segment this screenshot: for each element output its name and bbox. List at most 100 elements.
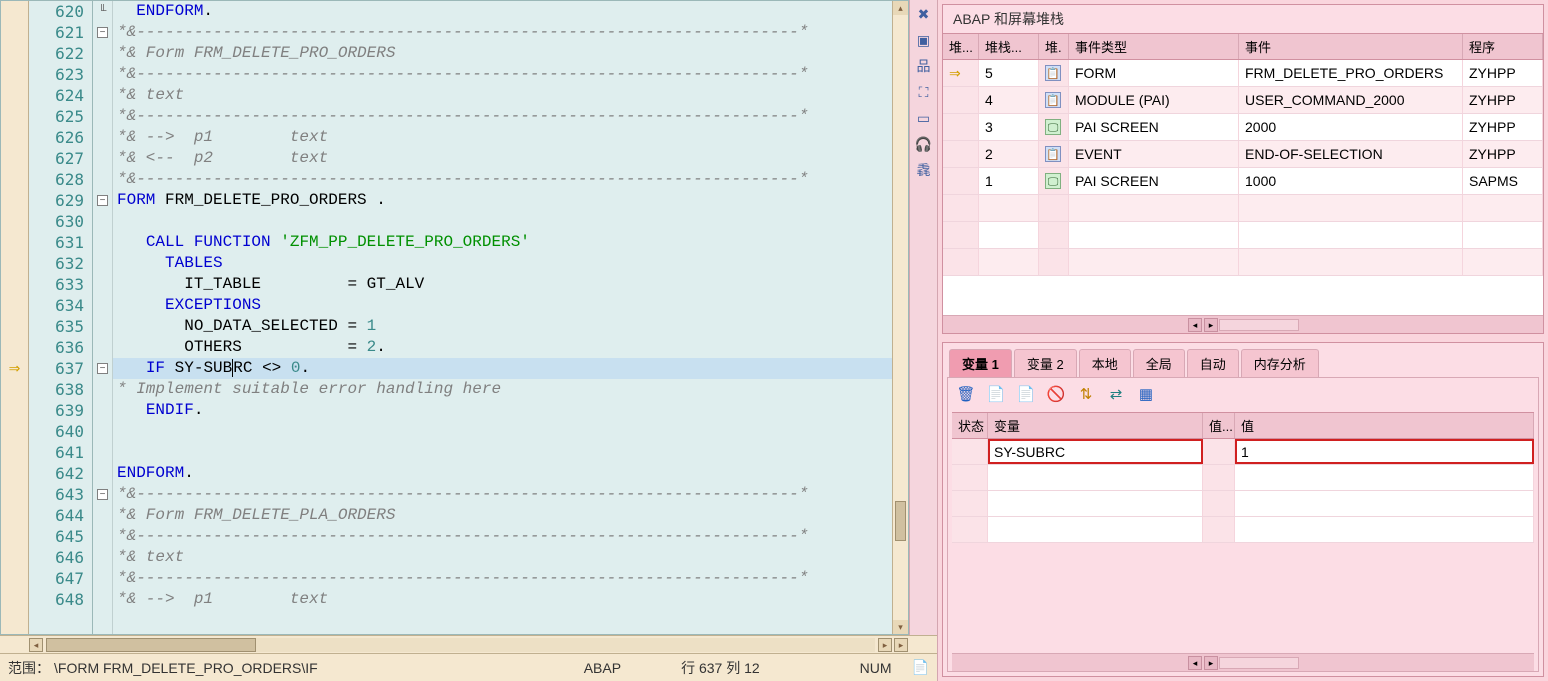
vars-col-name[interactable]: 变量 <box>988 413 1203 438</box>
stack-row[interactable]: 1🖵PAI SCREEN1000SAPMS <box>943 168 1543 195</box>
var-name-cell[interactable] <box>988 491 1203 516</box>
code-line[interactable]: *&--------------------------------------… <box>113 484 892 505</box>
stack-col-index[interactable]: 堆... <box>943 34 979 59</box>
code-line[interactable]: OTHERS = 2. <box>113 337 892 358</box>
var-value-cell[interactable] <box>1235 465 1534 490</box>
code-line[interactable]: NO_DATA_SELECTED = 1 <box>113 316 892 337</box>
scroll-thumb[interactable] <box>895 501 906 541</box>
vars-col-valicon[interactable]: 值... <box>1203 413 1235 438</box>
vars-hscroll[interactable]: ◂ ▸ <box>952 653 1534 671</box>
stack-row[interactable]: 4📋MODULE (PAI)USER_COMMAND_2000ZYHPP <box>943 87 1543 114</box>
code-line[interactable]: * Implement suitable error handling here <box>113 379 892 400</box>
vars-scroll-left[interactable]: ◂ <box>1188 656 1202 670</box>
code-line[interactable]: ENDFORM. <box>113 1 892 22</box>
tab-自动[interactable]: 自动 <box>1187 349 1239 377</box>
add-var-icon[interactable]: 📄 <box>986 384 1006 404</box>
stack-scroll-left[interactable]: ◂ <box>1188 318 1202 332</box>
variable-row[interactable] <box>952 465 1534 491</box>
var-value-cell[interactable] <box>1235 491 1534 516</box>
code-line[interactable]: *&--------------------------------------… <box>113 64 892 85</box>
code-line[interactable]: *&--------------------------------------… <box>113 106 892 127</box>
code-line[interactable]: *& --> p1 text <box>113 589 892 610</box>
vertical-scrollbar[interactable]: ▴ ▾ <box>892 1 908 634</box>
scroll-up-button[interactable]: ▴ <box>893 1 908 15</box>
code-line[interactable]: *& text <box>113 85 892 106</box>
code-line[interactable] <box>113 442 892 463</box>
delete-icon[interactable]: 🗑 <box>956 384 976 404</box>
new-window-icon[interactable]: ▣ <box>914 30 934 50</box>
code-line[interactable]: *& text <box>113 547 892 568</box>
vars-col-value[interactable]: 值 <box>1235 413 1534 438</box>
code-text[interactable]: ENDFORM.*&------------------------------… <box>113 1 892 634</box>
code-line[interactable] <box>113 421 892 442</box>
tab-变量 1[interactable]: 变量 1 <box>949 349 1012 377</box>
vars-scroll-track[interactable] <box>1219 657 1299 669</box>
variable-row[interactable] <box>952 491 1534 517</box>
tab-内存分析[interactable]: 内存分析 <box>1241 349 1319 377</box>
stack-row[interactable]: 2📋EVENTEND-OF-SELECTIONZYHPP <box>943 141 1543 168</box>
var-name-cell[interactable] <box>988 465 1203 490</box>
code-line[interactable]: EXCEPTIONS <box>113 295 892 316</box>
stack-scroll-right[interactable]: ▸ <box>1204 318 1218 332</box>
vars-col-status[interactable]: 状态 <box>952 413 988 438</box>
fullscreen-icon[interactable]: ⛶ <box>914 82 934 102</box>
code-line[interactable]: *&--------------------------------------… <box>113 169 892 190</box>
code-line[interactable]: *& Form FRM_DELETE_PRO_ORDERS <box>113 43 892 64</box>
hscroll-left-button[interactable]: ◂ <box>29 638 43 652</box>
scroll-down-button[interactable]: ▾ <box>893 620 908 634</box>
code-line[interactable]: IT_TABLE = GT_ALV <box>113 274 892 295</box>
fold-gutter[interactable]: ╙−−−− <box>93 1 113 634</box>
stack-col-icon[interactable]: 堆. <box>1039 34 1069 59</box>
stack-hscroll[interactable]: ◂ ▸ <box>943 315 1543 333</box>
stack-col-program[interactable]: 程序 <box>1463 34 1543 59</box>
variable-row[interactable] <box>952 517 1534 543</box>
tab-全局[interactable]: 全局 <box>1133 349 1185 377</box>
code-line[interactable]: TABLES <box>113 253 892 274</box>
hscroll-thumb[interactable] <box>46 638 256 652</box>
stack-row[interactable]: 3🖵PAI SCREEN2000ZYHPP <box>943 114 1543 141</box>
var-value-cell[interactable] <box>1235 517 1534 542</box>
code-line[interactable]: IF SY-SUBRC <> 0. <box>113 358 892 379</box>
code-line[interactable]: *&--------------------------------------… <box>113 22 892 43</box>
remove-var-icon[interactable]: 🚫 <box>1046 384 1066 404</box>
hscroll-right2-button[interactable]: ▸ <box>894 638 908 652</box>
stack-scroll-track[interactable] <box>1219 319 1299 331</box>
stack-row[interactable]: ⇒5📋FORMFRM_DELETE_PRO_ORDERSZYHPP <box>943 60 1543 87</box>
variable-row[interactable]: SY-SUBRC 1 <box>952 439 1534 465</box>
code-line[interactable] <box>113 211 892 232</box>
fold-toggle[interactable]: − <box>97 363 108 374</box>
close-icon[interactable]: ✖ <box>914 4 934 24</box>
fold-toggle[interactable]: − <box>97 27 108 38</box>
hierarchy-icon[interactable]: 品 <box>914 56 934 76</box>
code-line[interactable]: *& <-- p2 text <box>113 148 892 169</box>
tab-本地[interactable]: 本地 <box>1079 349 1131 377</box>
table-icon[interactable]: ▦ <box>1136 384 1156 404</box>
support-icon[interactable]: 🎧 <box>914 134 934 154</box>
code-line[interactable]: *&--------------------------------------… <box>113 568 892 589</box>
edit-var-icon[interactable]: 📄 <box>1016 384 1036 404</box>
code-line[interactable]: ENDIF. <box>113 400 892 421</box>
stack-col-event[interactable]: 事件 <box>1239 34 1463 59</box>
vars-scroll-right[interactable]: ▸ <box>1204 656 1218 670</box>
hscroll-track[interactable] <box>46 638 875 652</box>
stack-col-level[interactable]: 堆栈... <box>979 34 1039 59</box>
var-name-cell[interactable]: SY-SUBRC <box>988 439 1203 464</box>
code-line[interactable]: *&--------------------------------------… <box>113 526 892 547</box>
sort-icon[interactable]: ⇅ <box>1076 384 1096 404</box>
var-value-cell[interactable]: 1 <box>1235 439 1534 464</box>
code-line[interactable]: *& Form FRM_DELETE_PLA_ORDERS <box>113 505 892 526</box>
hscroll-right-button[interactable]: ▸ <box>878 638 892 652</box>
code-line[interactable]: ENDFORM. <box>113 463 892 484</box>
fold-toggle[interactable]: − <box>97 489 108 500</box>
fold-toggle[interactable]: − <box>97 195 108 206</box>
stack-col-event-type[interactable]: 事件类型 <box>1069 34 1239 59</box>
layout-icon[interactable]: ▭ <box>914 108 934 128</box>
code-line[interactable]: CALL FUNCTION 'ZFM_PP_DELETE_PRO_ORDERS' <box>113 232 892 253</box>
code-line[interactable]: FORM FRM_DELETE_PRO_ORDERS . <box>113 190 892 211</box>
code-editor[interactable]: ⇒ 62062162262362462562662762862963063163… <box>0 0 909 635</box>
code-line[interactable]: *& --> p1 text <box>113 127 892 148</box>
var-name-cell[interactable] <box>988 517 1203 542</box>
transfer-icon[interactable]: ⇄ <box>1106 384 1126 404</box>
tab-变量 2[interactable]: 变量 2 <box>1014 349 1077 377</box>
structure-icon[interactable]: 毳 <box>914 160 934 180</box>
